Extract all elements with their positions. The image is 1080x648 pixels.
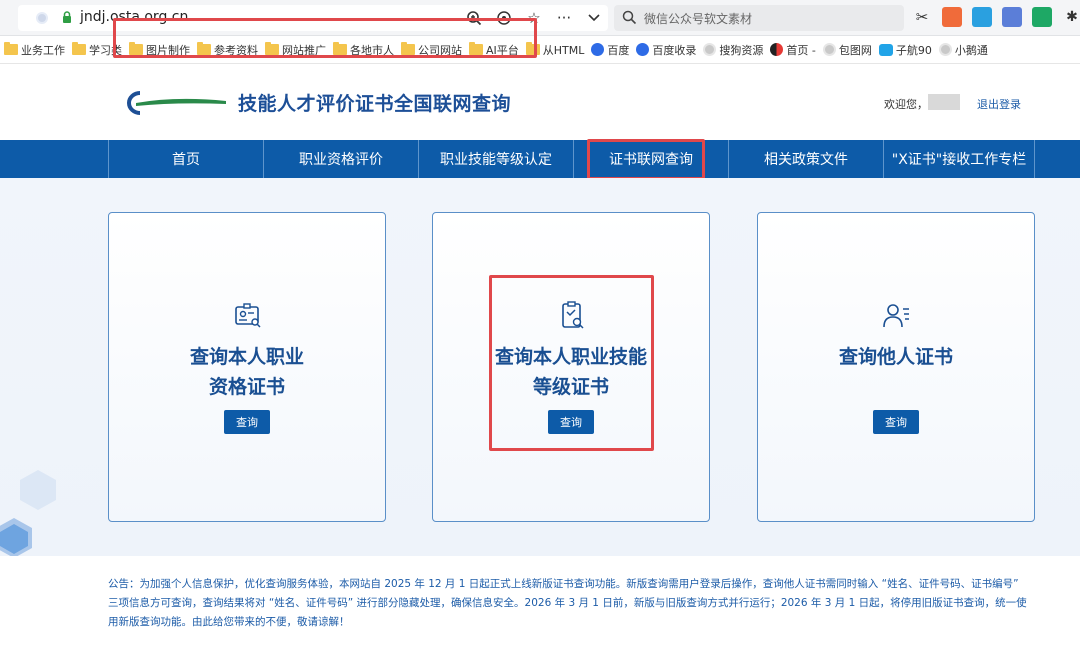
chevron-down-icon[interactable] bbox=[582, 6, 606, 30]
bot-icon bbox=[878, 43, 893, 56]
notice-section: 公告：为加强个人信息保护，优化查询服务体验，本网站自 2025 年 12 月 1… bbox=[0, 556, 1080, 648]
site-header: 技能人才评价证书全国联网查询 欢迎您， 退出登录 bbox=[0, 64, 1080, 140]
nav-highlight-box bbox=[587, 139, 705, 180]
card-title-line1: 查询他人证书 bbox=[838, 346, 953, 368]
logo-highlight-box bbox=[113, 18, 537, 58]
bookmark-item[interactable]: 子航90 bbox=[878, 42, 932, 58]
extension-fox-icon[interactable] bbox=[942, 7, 962, 27]
extension-book-icon[interactable] bbox=[1032, 7, 1052, 27]
extension-w-icon[interactable] bbox=[1002, 7, 1022, 27]
bookmark-item[interactable]: 小鹅通 bbox=[938, 42, 988, 58]
bookmark-label: 搜狗资源 bbox=[719, 43, 764, 57]
bookmark-label: 百度收录 bbox=[652, 43, 697, 57]
certificate-search-icon bbox=[235, 303, 261, 328]
bookmark-item[interactable]: 业务工作 bbox=[4, 42, 65, 58]
logout-link[interactable]: 退出登录 bbox=[977, 96, 1021, 112]
bookmark-label: 首页 - bbox=[786, 43, 816, 57]
query-button[interactable]: 查询 bbox=[224, 410, 270, 434]
bookmark-label: 业务工作 bbox=[21, 43, 65, 57]
nav-skill-level[interactable]: 职业技能等级认定 bbox=[418, 140, 573, 178]
query-others-certificate-card[interactable]: 查询他人证书 查询 bbox=[757, 212, 1035, 522]
nav-x-certificate[interactable]: "X证书"接收工作专栏 bbox=[883, 140, 1035, 178]
nav-home[interactable]: 首页 bbox=[108, 140, 263, 178]
site-icon bbox=[770, 43, 784, 56]
bookmark-item[interactable]: 搜狗资源 bbox=[703, 42, 763, 58]
bookmark-label: 百度 bbox=[607, 43, 630, 57]
masked-username bbox=[928, 94, 960, 110]
ettic-logo[interactable] bbox=[126, 90, 228, 116]
scissors-icon[interactable]: ✂ bbox=[912, 7, 932, 27]
extensions-puzzle-icon[interactable]: ✱ bbox=[1062, 7, 1080, 27]
search-placeholder: 微信公众号软文素材 bbox=[644, 12, 753, 26]
bookmark-label: 小鹅通 bbox=[954, 43, 988, 57]
nav-policy-files[interactable]: 相关政策文件 bbox=[728, 140, 883, 178]
bookmark-item[interactable]: 百度 bbox=[591, 42, 629, 58]
bookmark-label: 包图网 bbox=[838, 43, 872, 57]
globe-icon bbox=[938, 43, 952, 56]
baidu-paw-icon bbox=[591, 43, 605, 56]
globe-icon bbox=[703, 43, 717, 56]
welcome-text: 欢迎您， bbox=[884, 98, 928, 111]
lock-icon bbox=[63, 11, 71, 23]
card-title-line2: 资格证书 bbox=[208, 376, 285, 398]
site-info-icon[interactable] bbox=[36, 12, 48, 24]
site-title: 技能人才评价证书全国联网查询 bbox=[238, 93, 512, 115]
baidu-paw-icon bbox=[636, 43, 650, 56]
nav-vocational-qualification[interactable]: 职业资格评价 bbox=[263, 140, 418, 178]
card-title-line1: 查询本人职业 bbox=[189, 346, 304, 368]
card-highlight-box bbox=[489, 275, 654, 451]
bookmark-item[interactable]: 首页 - bbox=[770, 42, 816, 58]
query-button[interactable]: 查询 bbox=[873, 410, 919, 434]
bookmark-item[interactable]: 包图网 bbox=[822, 42, 872, 58]
main-nav: 首页 职业资格评价 职业技能等级认定 证书联网查询 相关政策文件 "X证书"接收… bbox=[0, 140, 1080, 178]
extension-translate-icon[interactable] bbox=[972, 7, 992, 27]
browser-search-input[interactable]: 微信公众号软文素材 bbox=[614, 5, 904, 31]
folder-icon bbox=[72, 42, 86, 55]
user-list-icon bbox=[883, 304, 909, 328]
bookmark-label: 子航90 bbox=[895, 43, 932, 57]
bookmark-item[interactable]: 百度收录 bbox=[636, 42, 696, 58]
notice-text: 公告：为加强个人信息保护，优化查询服务体验，本网站自 2025 年 12 月 1… bbox=[108, 578, 1027, 628]
more-icon[interactable]: ··· bbox=[552, 6, 576, 30]
folder-icon bbox=[4, 42, 18, 55]
bookmark-label: 从HTML bbox=[542, 43, 585, 57]
globe-icon bbox=[822, 43, 836, 56]
query-own-qualification-card[interactable]: 查询本人职业 资格证书 查询 bbox=[108, 212, 386, 522]
search-icon bbox=[622, 10, 637, 25]
